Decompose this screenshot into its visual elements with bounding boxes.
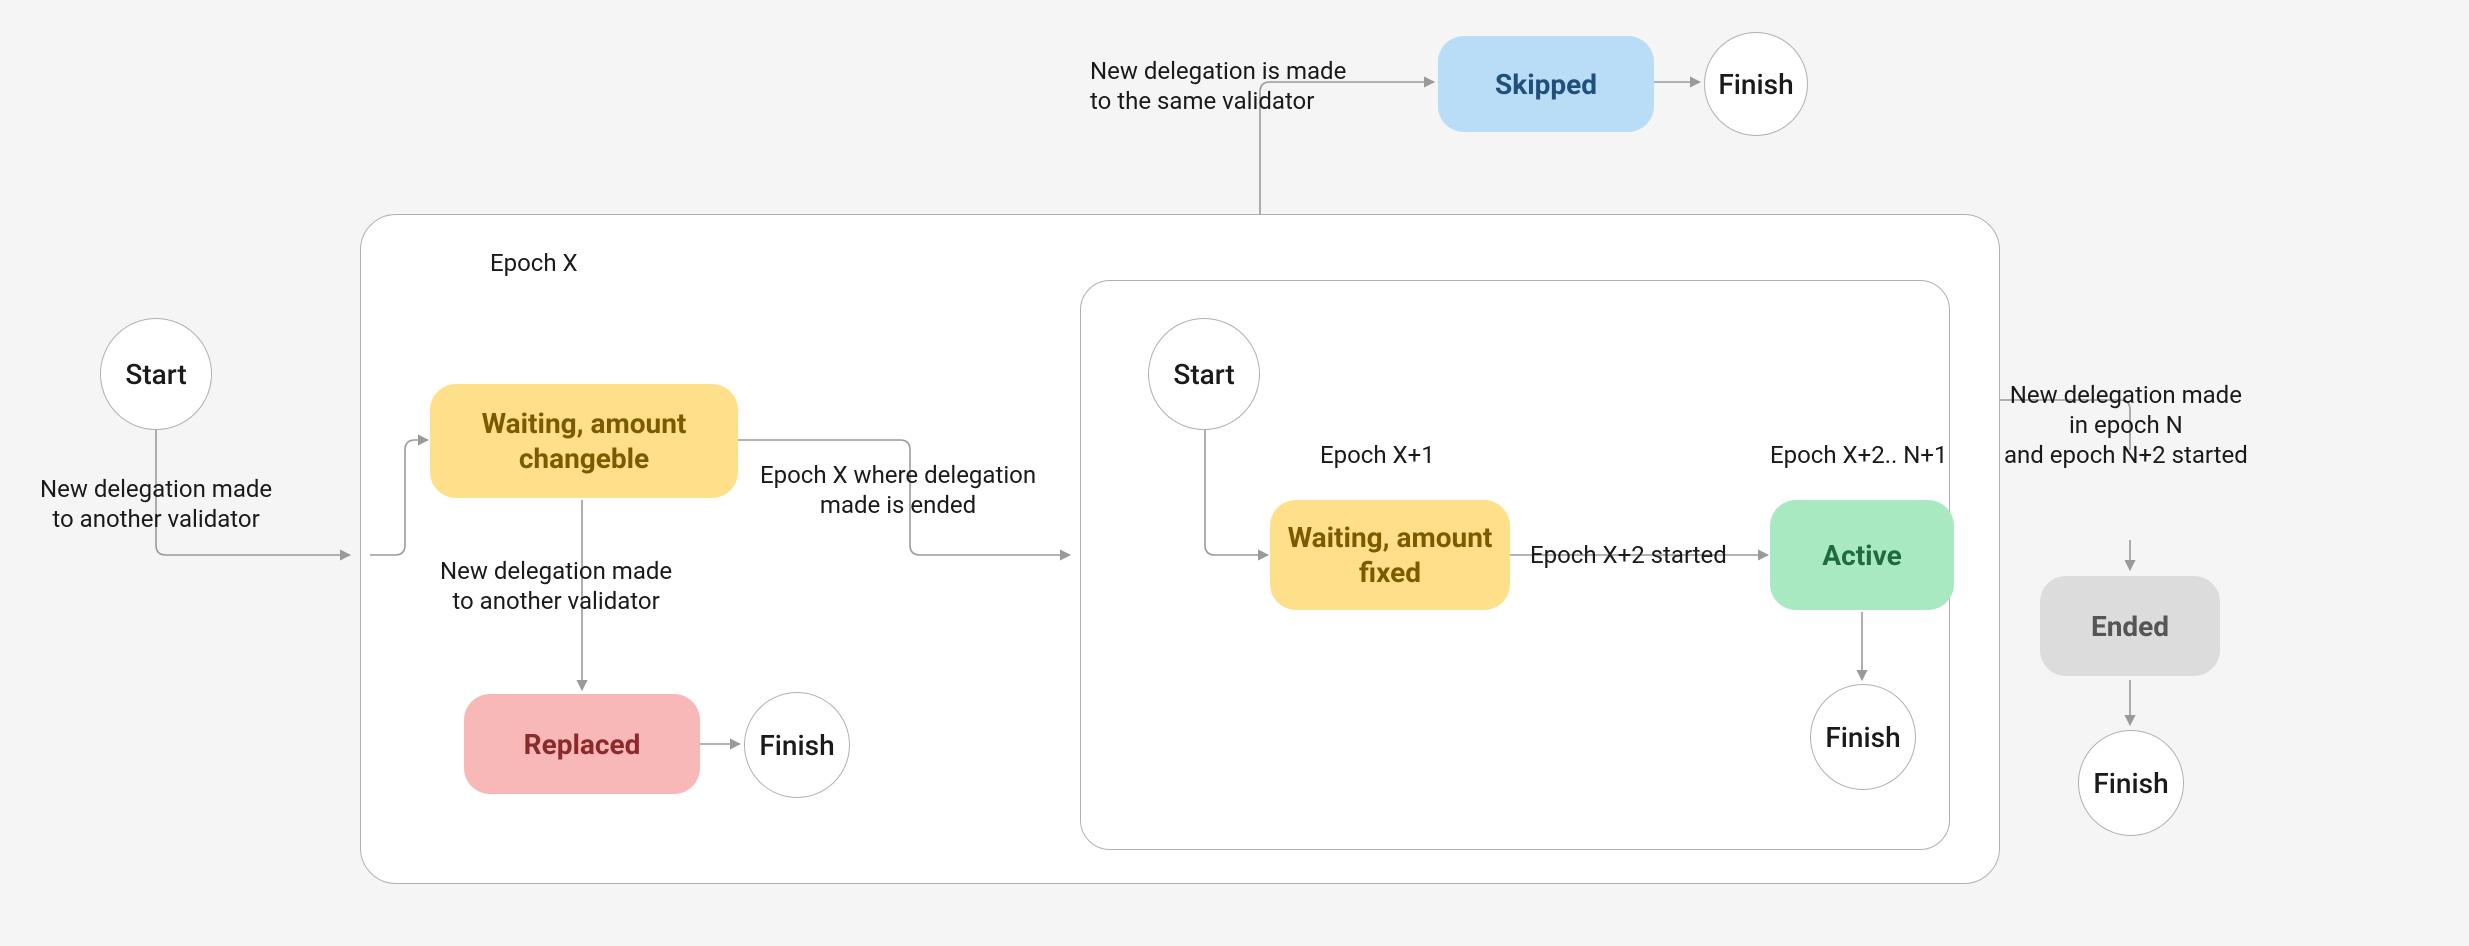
start-inner-label: Start xyxy=(1173,358,1234,391)
label-ended-condition: New delegation made in epoch N and epoch… xyxy=(2004,380,2248,470)
waiting-changeable-state: Waiting, amount changeble xyxy=(430,384,738,498)
finish-ended-label: Finish xyxy=(2093,767,2168,800)
active-label: Active xyxy=(1822,538,1901,573)
finish-active-label: Finish xyxy=(1825,721,1900,754)
epoch-x2-n1-heading: Epoch X+2.. N+1 xyxy=(1770,440,1948,470)
ended-state: Ended xyxy=(2040,576,2220,676)
finish-replaced-node: Finish xyxy=(744,692,850,798)
finish-skipped-label: Finish xyxy=(1718,68,1793,101)
waiting-fixed-state: Waiting, amount fixed xyxy=(1270,500,1510,610)
ended-label: Ended xyxy=(2091,609,2169,644)
skipped-state: Skipped xyxy=(1438,36,1654,132)
skipped-label: Skipped xyxy=(1495,67,1597,102)
label-epoch-x-ended: Epoch X where delegation made is ended xyxy=(760,460,1036,520)
label-start-to-epoch: New delegation made to another validator xyxy=(40,474,272,534)
finish-skipped-node: Finish xyxy=(1704,32,1808,136)
finish-replaced-label: Finish xyxy=(759,729,834,762)
finish-ended-node: Finish xyxy=(2078,730,2184,836)
start-outer-label: Start xyxy=(125,358,186,391)
epoch-x1-heading: Epoch X+1 xyxy=(1320,440,1435,470)
label-same-validator: New delegation is made to the same valid… xyxy=(1090,56,1346,116)
waiting-changeable-label: Waiting, amount changeble xyxy=(440,406,728,476)
start-inner-node: Start xyxy=(1148,318,1260,430)
replaced-label: Replaced xyxy=(524,727,641,762)
delegation-lifecycle-diagram: Start Epoch X Waiting, amount changeble … xyxy=(0,0,2469,946)
epoch-x-heading: Epoch X xyxy=(490,248,578,278)
active-state: Active xyxy=(1770,500,1954,610)
start-outer-node: Start xyxy=(100,318,212,430)
replaced-state: Replaced xyxy=(464,694,700,794)
label-waiting-to-replaced: New delegation made to another validator xyxy=(440,556,672,616)
finish-active-node: Finish xyxy=(1810,684,1916,790)
label-epoch-x2-started: Epoch X+2 started xyxy=(1530,540,1727,570)
waiting-fixed-label: Waiting, amount fixed xyxy=(1280,520,1500,590)
